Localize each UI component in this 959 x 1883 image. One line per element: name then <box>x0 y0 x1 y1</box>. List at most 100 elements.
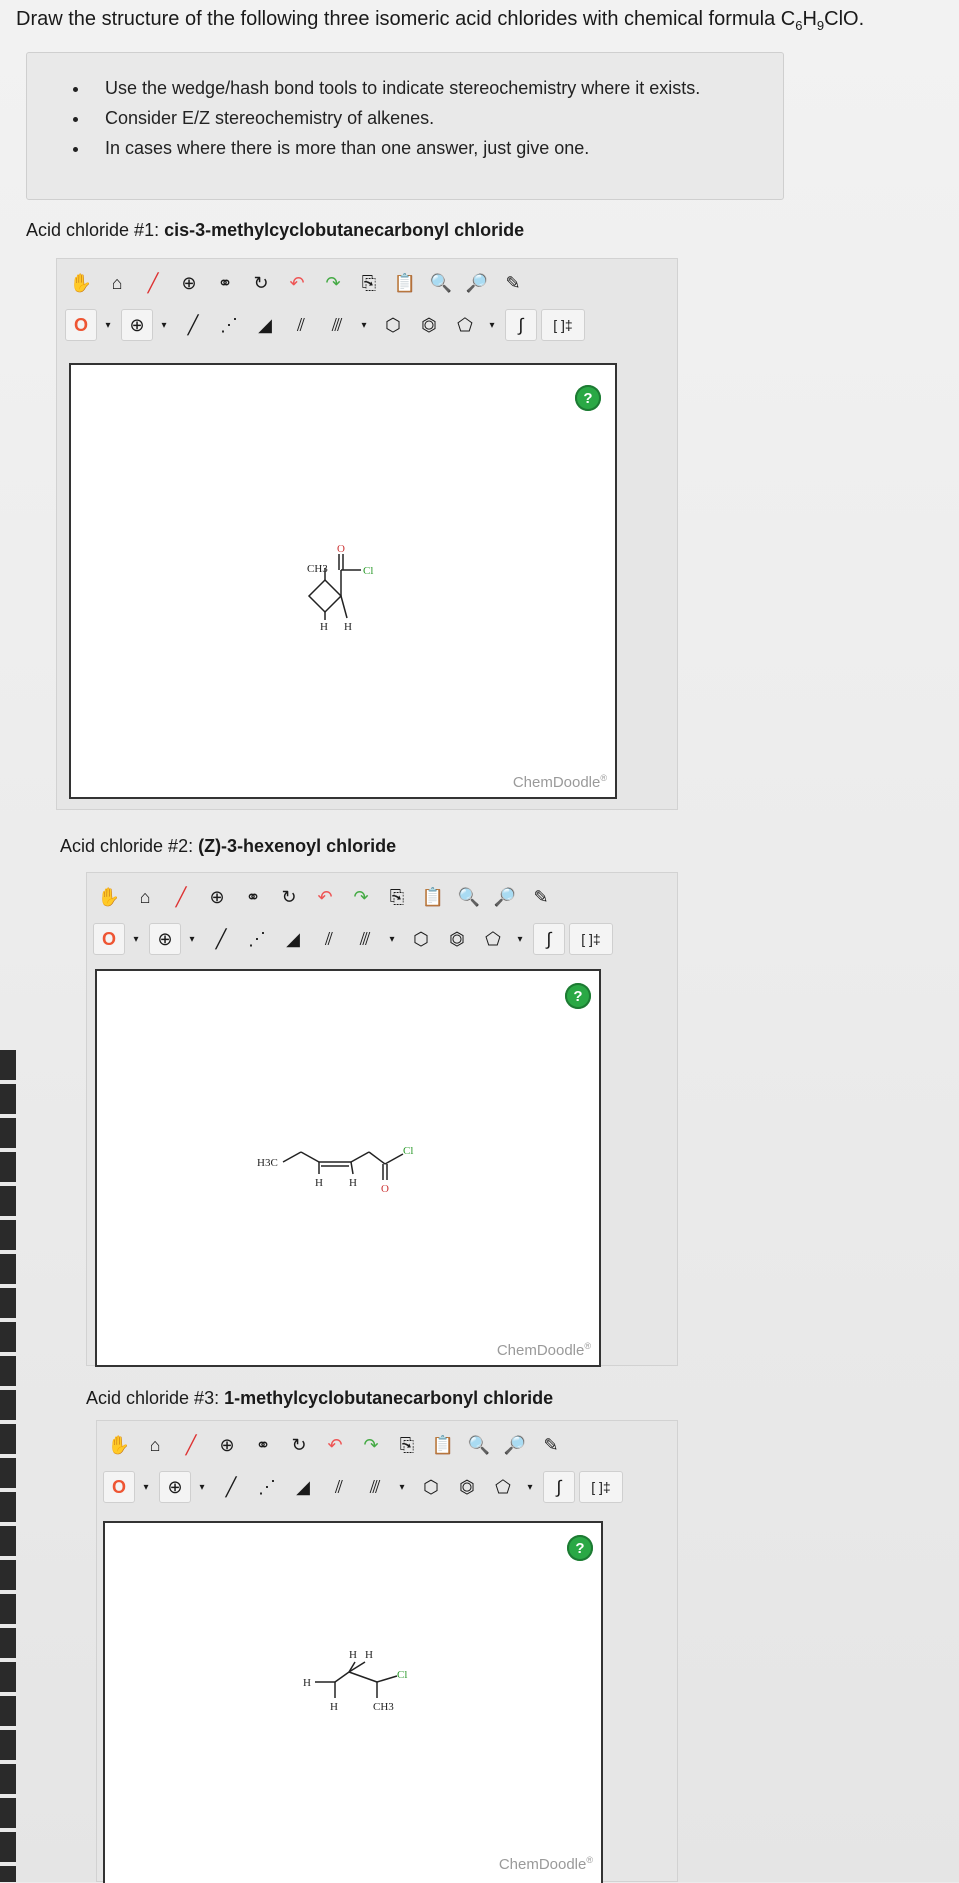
element-button[interactable]: O <box>103 1471 135 1503</box>
help-button[interactable]: ? <box>575 385 601 411</box>
zoom-out-icon[interactable]: 🔎 <box>461 267 493 299</box>
label-o: O <box>337 543 345 555</box>
lasso-icon[interactable]: ⌂ <box>139 1429 171 1461</box>
eraser-icon[interactable]: ╱ <box>165 881 197 913</box>
help-button[interactable]: ? <box>565 983 591 1009</box>
element-dropdown[interactable]: ▾ <box>129 924 143 954</box>
bond-dropdown[interactable]: ▾ <box>357 310 371 340</box>
drawing-canvas-1[interactable]: ? CH3 O Cl H H ChemDoodle® <box>69 363 617 799</box>
center-icon[interactable]: ⊕ <box>173 267 205 299</box>
watermark-registered: ® <box>586 1855 593 1865</box>
double-bond-icon[interactable]: ⫽ <box>313 923 345 955</box>
charge-button[interactable]: ⊕ <box>121 309 153 341</box>
lasso-icon[interactable]: ⌂ <box>129 881 161 913</box>
paste-icon[interactable]: 📋 <box>417 881 449 913</box>
watermark-registered: ® <box>600 773 607 783</box>
eraser-icon[interactable]: ╱ <box>175 1429 207 1461</box>
benzene-icon[interactable]: ⏣ <box>441 923 473 955</box>
center-icon[interactable]: ⊕ <box>211 1429 243 1461</box>
pentagon-icon[interactable]: ⬠ <box>487 1471 519 1503</box>
rotate-icon[interactable]: ↻ <box>273 881 305 913</box>
charge-dropdown[interactable]: ▾ <box>157 310 171 340</box>
eraser-icon[interactable]: ╱ <box>137 267 169 299</box>
undo-icon[interactable]: ↶ <box>319 1429 351 1461</box>
element-button[interactable]: O <box>93 923 125 955</box>
chain-icon[interactable]: ∫ <box>533 923 565 955</box>
charge-button[interactable]: ⊕ <box>159 1471 191 1503</box>
clean-icon[interactable]: ✎ <box>535 1429 567 1461</box>
single-bond-icon[interactable]: ╱ <box>205 923 237 955</box>
triple-bond-icon[interactable]: ⫻ <box>321 309 353 341</box>
charge-button[interactable]: ⊕ <box>149 923 181 955</box>
paste-icon[interactable]: 📋 <box>427 1429 459 1461</box>
drawing-canvas-2[interactable]: ? H3C Cl H H O ChemDoodle® <box>95 969 601 1367</box>
flip-icon[interactable]: ⚭ <box>237 881 269 913</box>
double-bond-icon[interactable]: ⫽ <box>285 309 317 341</box>
lasso-icon[interactable]: ⌂ <box>101 267 133 299</box>
clean-icon[interactable]: ✎ <box>525 881 557 913</box>
single-bond-icon[interactable]: ╱ <box>177 309 209 341</box>
wedge-bond-icon[interactable]: ◢ <box>287 1471 319 1503</box>
hexagon-icon[interactable]: ⬡ <box>415 1471 447 1503</box>
chain-icon[interactable]: ∫ <box>505 309 537 341</box>
hexagon-icon[interactable]: ⬡ <box>377 309 409 341</box>
hash-bond-icon[interactable]: ⋰ <box>251 1471 283 1503</box>
chain-icon[interactable]: ∫ <box>543 1471 575 1503</box>
bond-dropdown[interactable]: ▾ <box>385 924 399 954</box>
undo-icon[interactable]: ↶ <box>309 881 341 913</box>
ring-dropdown[interactable]: ▾ <box>523 1472 537 1502</box>
bond-h2 <box>350 1161 354 1175</box>
benzene-icon[interactable]: ⏣ <box>451 1471 483 1503</box>
help-button[interactable]: ? <box>567 1535 593 1561</box>
redo-icon[interactable]: ↷ <box>345 881 377 913</box>
copy-icon[interactable]: ⎘ <box>353 267 385 299</box>
hexagon-icon[interactable]: ⬡ <box>405 923 437 955</box>
ring-dropdown[interactable]: ▾ <box>513 924 527 954</box>
element-dropdown[interactable]: ▾ <box>101 310 115 340</box>
single-bond-icon[interactable]: ╱ <box>215 1471 247 1503</box>
hand-icon[interactable]: ✋ <box>65 267 97 299</box>
pentagon-icon[interactable]: ⬠ <box>477 923 509 955</box>
flip-icon[interactable]: ⚭ <box>247 1429 279 1461</box>
wedge-bond-icon[interactable]: ◢ <box>249 309 281 341</box>
copy-icon[interactable]: ⎘ <box>381 881 413 913</box>
hash-bond-icon[interactable]: ⋰ <box>213 309 245 341</box>
hash-bond-icon[interactable]: ⋰ <box>241 923 273 955</box>
redo-icon[interactable]: ↷ <box>317 267 349 299</box>
pentagon-icon[interactable]: ⬠ <box>449 309 481 341</box>
watermark-text: ChemDoodle <box>496 1342 585 1359</box>
redo-icon[interactable]: ↷ <box>355 1429 387 1461</box>
zoom-out-icon[interactable]: 🔎 <box>499 1429 531 1461</box>
wedge-bond-icon[interactable]: ◢ <box>277 923 309 955</box>
section-2-label: Acid chloride #2: (Z)-3-hexenoyl chlorid… <box>60 836 396 857</box>
flip-icon[interactable]: ⚭ <box>209 267 241 299</box>
element-dropdown[interactable]: ▾ <box>139 1472 153 1502</box>
undo-icon[interactable]: ↶ <box>281 267 313 299</box>
template-button[interactable]: [ ]‡ <box>541 309 585 341</box>
charge-dropdown[interactable]: ▾ <box>185 924 199 954</box>
benzene-icon[interactable]: ⏣ <box>413 309 445 341</box>
bond-dropdown[interactable]: ▾ <box>395 1472 409 1502</box>
rotate-icon[interactable]: ↻ <box>245 267 277 299</box>
hand-icon[interactable]: ✋ <box>103 1429 135 1461</box>
sketcher-3-toolbar-bottom: O ▾ ⊕ ▾ ╱ ⋰ ◢ ⫽ ⫻ ▾ ⬡ ⏣ ⬠ ▾ ∫ [ ]‡ <box>103 1469 627 1505</box>
paste-icon[interactable]: 📋 <box>389 267 421 299</box>
center-icon[interactable]: ⊕ <box>201 881 233 913</box>
zoom-in-icon[interactable]: 🔍 <box>425 267 457 299</box>
double-bond-icon[interactable]: ⫽ <box>323 1471 355 1503</box>
clean-icon[interactable]: ✎ <box>497 267 529 299</box>
charge-dropdown[interactable]: ▾ <box>195 1472 209 1502</box>
hand-icon[interactable]: ✋ <box>93 881 125 913</box>
zoom-out-icon[interactable]: 🔎 <box>489 881 521 913</box>
template-button[interactable]: [ ]‡ <box>569 923 613 955</box>
triple-bond-icon[interactable]: ⫻ <box>359 1471 391 1503</box>
copy-icon[interactable]: ⎘ <box>391 1429 423 1461</box>
triple-bond-icon[interactable]: ⫻ <box>349 923 381 955</box>
rotate-icon[interactable]: ↻ <box>283 1429 315 1461</box>
drawing-canvas-3[interactable]: ? H H H H CH3 Cl ChemDoodle® <box>103 1521 603 1883</box>
element-button[interactable]: O <box>65 309 97 341</box>
template-button[interactable]: [ ]‡ <box>579 1471 623 1503</box>
zoom-in-icon[interactable]: 🔍 <box>463 1429 495 1461</box>
zoom-in-icon[interactable]: 🔍 <box>453 881 485 913</box>
ring-dropdown[interactable]: ▾ <box>485 310 499 340</box>
